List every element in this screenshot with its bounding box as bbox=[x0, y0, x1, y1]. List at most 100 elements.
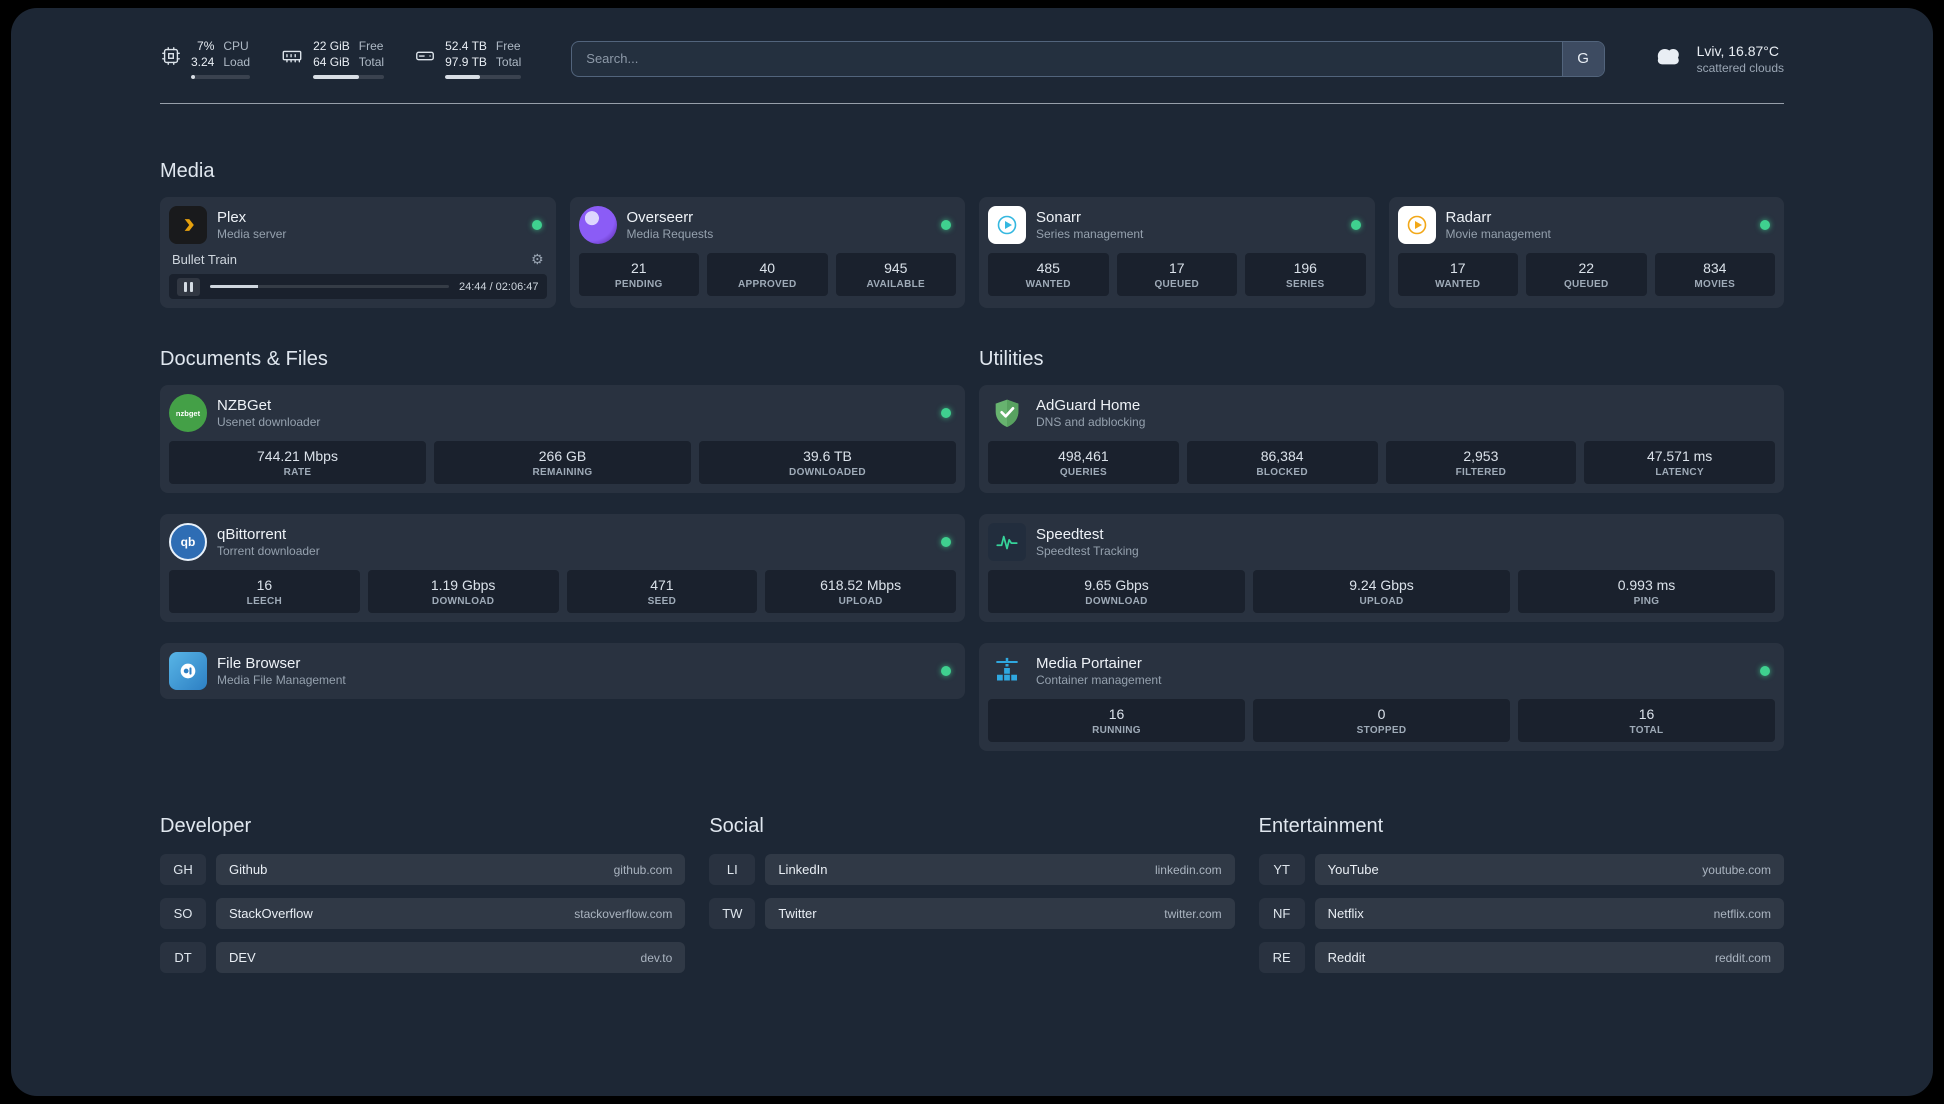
service-subtitle: Usenet downloader bbox=[217, 415, 321, 430]
section-documents: Documents & Files nzbget NZBGet Usenet d… bbox=[160, 348, 965, 751]
stat-download: 9.65 Gbps DOWNLOAD bbox=[988, 570, 1245, 614]
ram-total-value: 64 GiB bbox=[313, 55, 350, 70]
weather-widget: Lviv, 16.87°C scattered clouds bbox=[1651, 42, 1784, 75]
status-dot bbox=[531, 220, 542, 231]
stat-running: 16 RUNNING bbox=[988, 699, 1245, 743]
cpu-load-label: Load bbox=[223, 55, 251, 70]
bookmark-abbr: DT bbox=[160, 942, 206, 974]
search-provider-button[interactable]: G bbox=[1561, 41, 1604, 76]
bookmark-pill: Github github.com bbox=[216, 854, 686, 886]
ram-icon bbox=[280, 45, 304, 72]
service-subtitle: Movie management bbox=[1445, 227, 1551, 242]
disk-free-value: 52.4 TB bbox=[445, 39, 487, 53]
service-card-overseerr[interactable]: Overseerr Media Requests 21 PENDING 40 A… bbox=[569, 197, 965, 309]
stat-remaining: 266 GB REMAINING bbox=[434, 441, 691, 485]
bookmark-youtube[interactable]: YT YouTube youtube.com bbox=[1258, 854, 1784, 886]
stat-available: 945 AVAILABLE bbox=[835, 253, 956, 297]
service-card-adguard[interactable]: AdGuard Home DNS and adblocking 498,461 … bbox=[979, 385, 1784, 494]
service-card-filebrowser[interactable]: File Browser Media File Management bbox=[160, 643, 965, 700]
bookmark-twitter[interactable]: TW Twitter twitter.com bbox=[709, 898, 1235, 930]
service-subtitle: DNS and adblocking bbox=[1036, 415, 1146, 430]
filebrowser-icon bbox=[169, 652, 207, 691]
cloud-icon bbox=[1651, 42, 1687, 75]
search-bar: G bbox=[571, 40, 1605, 77]
service-name: NZBGet bbox=[217, 397, 272, 415]
service-name: Plex bbox=[217, 209, 247, 227]
bookmark-group-social: Social LI LinkedIn linkedin.com TW Twitt… bbox=[709, 815, 1235, 973]
media-section-title: Media bbox=[160, 160, 215, 183]
bookmark-pill: DEV dev.to bbox=[216, 942, 686, 974]
stat-upload: 618.52 Mbps UPLOAD bbox=[765, 570, 956, 614]
service-subtitle: Speedtest Tracking bbox=[1036, 544, 1139, 559]
now-playing-title: Bullet Train bbox=[172, 252, 238, 268]
cpu-widget: 7% 3.24 CPU Load bbox=[160, 38, 251, 80]
service-card-nzbget[interactable]: nzbget NZBGet Usenet downloader 744.21 M… bbox=[160, 385, 965, 494]
developer-section-title: Developer bbox=[160, 815, 252, 838]
bookmark-pill: StackOverflow stackoverflow.com bbox=[216, 898, 686, 930]
service-name: qBittorrent bbox=[217, 526, 287, 544]
stat-blocked: 86,384 BLOCKED bbox=[1186, 441, 1378, 485]
topbar-divider bbox=[160, 103, 1784, 105]
status-dot bbox=[941, 408, 951, 419]
pause-button[interactable] bbox=[177, 277, 200, 296]
service-card-speedtest[interactable]: Speedtest Speedtest Tracking 9.65 Gbps D… bbox=[979, 514, 1784, 623]
service-name: Overseerr bbox=[626, 209, 694, 227]
bookmark-pill: YouTube youtube.com bbox=[1314, 854, 1784, 886]
service-name: AdGuard Home bbox=[1036, 397, 1141, 415]
stat-ping: 0.993 ms PING bbox=[1518, 570, 1775, 614]
ram-free-label: Free bbox=[358, 39, 384, 53]
service-card-sonarr[interactable]: Sonarr Series management 485 WANTED 17 Q… bbox=[979, 197, 1375, 309]
service-card-plex[interactable]: Plex Media server Bullet Train ⚙ 24:44 /… bbox=[160, 197, 556, 309]
sonarr-icon bbox=[988, 206, 1026, 245]
bookmark-pill: Reddit reddit.com bbox=[1314, 942, 1784, 974]
bookmark-github[interactable]: GH Github github.com bbox=[160, 854, 686, 886]
bookmark-netflix[interactable]: NF Netflix netflix.com bbox=[1258, 898, 1784, 930]
stat-latency: 47.571 ms LATENCY bbox=[1584, 441, 1775, 485]
service-subtitle: Series management bbox=[1036, 227, 1144, 242]
service-name: File Browser bbox=[217, 655, 301, 673]
service-name: Sonarr bbox=[1036, 209, 1082, 227]
entertainment-section-title: Entertainment bbox=[1258, 815, 1384, 838]
disk-widget: 52.4 TB 97.9 TB Free Total bbox=[414, 38, 522, 80]
bookmark-linkedin[interactable]: LI LinkedIn linkedin.com bbox=[709, 854, 1235, 886]
ram-free-value: 22 GiB bbox=[313, 39, 350, 53]
service-card-portainer[interactable]: Media Portainer Container management 16 … bbox=[979, 643, 1784, 752]
service-name: Speedtest bbox=[1036, 526, 1104, 544]
service-name: Radarr bbox=[1445, 209, 1492, 227]
bookmark-dev[interactable]: DT DEV dev.to bbox=[160, 942, 686, 974]
bookmark-pill: Twitter twitter.com bbox=[765, 898, 1235, 930]
bookmark-abbr: RE bbox=[1258, 942, 1305, 974]
gear-icon[interactable]: ⚙ bbox=[531, 251, 544, 268]
utilities-section-title: Utilities bbox=[979, 348, 1044, 371]
search-input[interactable] bbox=[572, 41, 1562, 76]
portainer-icon bbox=[988, 652, 1026, 690]
documents-section-title: Documents & Files bbox=[160, 348, 328, 371]
bookmark-group-entertainment: Entertainment YT YouTube youtube.com NF … bbox=[1258, 815, 1784, 974]
cpu-icon bbox=[160, 45, 182, 72]
service-subtitle: Torrent downloader bbox=[217, 544, 320, 559]
bookmark-group-developer: Developer GH Github github.com SO StackO… bbox=[160, 815, 686, 974]
disk-total-label: Total bbox=[495, 55, 522, 70]
stat-pending: 21 PENDING bbox=[578, 253, 699, 297]
bookmark-abbr: YT bbox=[1258, 854, 1305, 886]
radarr-icon bbox=[1397, 206, 1436, 245]
ram-usage-bar bbox=[313, 75, 385, 80]
cpu-percent: 7% bbox=[197, 39, 215, 53]
bookmark-reddit[interactable]: RE Reddit reddit.com bbox=[1258, 942, 1784, 974]
service-subtitle: Container management bbox=[1036, 673, 1162, 688]
stat-wanted: 17 WANTED bbox=[1397, 253, 1518, 297]
bookmark-pill: Netflix netflix.com bbox=[1314, 898, 1784, 930]
social-section-title: Social bbox=[709, 815, 764, 838]
bookmark-stackoverflow[interactable]: SO StackOverflow stackoverflow.com bbox=[160, 898, 686, 930]
stat-approved: 40 APPROVED bbox=[707, 253, 828, 297]
bookmark-abbr: TW bbox=[709, 898, 756, 930]
service-card-qbittorrent[interactable]: qb qBittorrent Torrent downloader 16 LEE… bbox=[160, 514, 965, 623]
stat-series: 196 SERIES bbox=[1245, 253, 1366, 297]
stat-movies: 834 MOVIES bbox=[1654, 253, 1775, 297]
cpu-usage-bar bbox=[191, 75, 251, 80]
stat-leech: 16 LEECH bbox=[169, 570, 360, 614]
stat-total: 16 TOTAL bbox=[1518, 699, 1775, 743]
service-card-radarr[interactable]: Radarr Movie management 17 WANTED 22 QUE… bbox=[1388, 197, 1784, 309]
playback-progress-bar[interactable] bbox=[210, 285, 449, 289]
status-dot bbox=[1760, 666, 1770, 677]
